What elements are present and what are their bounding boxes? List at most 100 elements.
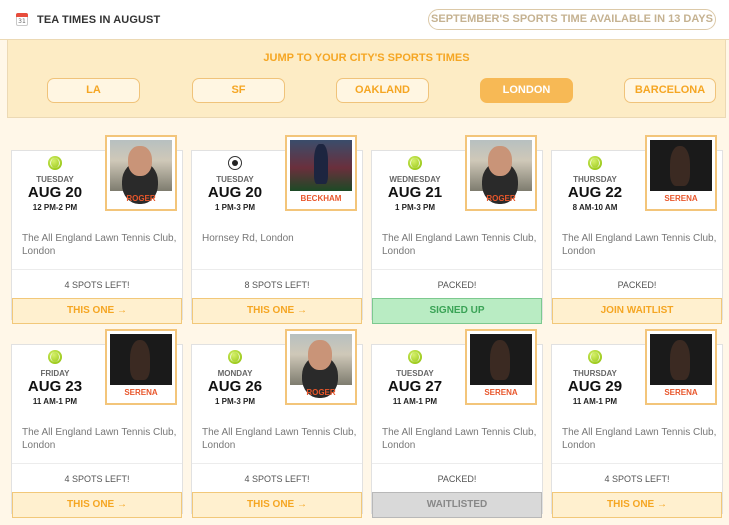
waitlisted-button[interactable]: WAITLISTED <box>372 492 542 518</box>
event-time: 11 AM-1 PM <box>392 397 438 406</box>
page-title: TEA TIMES IN AUGUST <box>37 14 161 26</box>
player-photo <box>290 334 352 385</box>
player-name: ROGER <box>126 194 156 203</box>
player-name: SERENA <box>124 388 158 397</box>
join-waitlist-button[interactable]: JOIN WAITLIST <box>552 298 722 324</box>
soccer-ball-icon <box>228 156 242 170</box>
player-photo <box>650 140 712 191</box>
calendar-icon: 31 <box>16 13 28 26</box>
tennis-ball-icon <box>408 350 422 364</box>
event-time: 11 AM-1 PM <box>32 397 78 406</box>
this-one-button[interactable]: THIS ONE → <box>192 492 362 518</box>
event-card: FRIDAY AUG 23 11 AM-1 PM SERENA The All … <box>11 329 183 518</box>
tennis-ball-icon <box>48 350 62 364</box>
event-card: WEDNESDAY AUG 21 1 PM-3 PM ROGER The All… <box>371 135 543 324</box>
event-day: MONDAY <box>217 369 253 378</box>
city-picker: JUMP TO YOUR CITY'S SPORTS TIMES LA SF O… <box>7 40 726 118</box>
event-date: AUG 20 <box>207 184 263 201</box>
player-avatar: SERENA <box>105 329 177 405</box>
player-photo <box>290 140 352 191</box>
tennis-ball-icon <box>48 156 62 170</box>
tennis-ball-icon <box>228 350 242 364</box>
player-photo <box>650 334 712 385</box>
player-name: BECKHAM <box>300 194 342 203</box>
event-venue: The All England Lawn Tennis Club, London <box>562 233 717 257</box>
event-card: TUESDAY AUG 27 11 AM-1 PM SERENA The All… <box>371 329 543 518</box>
event-venue: The All England Lawn Tennis Club, London <box>202 427 357 451</box>
event-day: TUESDAY <box>36 175 74 184</box>
event-venue: The All England Lawn Tennis Club, London <box>382 427 537 451</box>
player-name: SERENA <box>664 194 698 203</box>
event-day: FRIDAY <box>40 369 70 378</box>
city-button-oakland[interactable]: OAKLAND <box>336 78 429 103</box>
signed-up-button[interactable]: SIGNED UP <box>372 298 542 324</box>
player-avatar: BECKHAM <box>285 135 357 211</box>
this-one-button[interactable]: THIS ONE → <box>192 298 362 324</box>
spots-status: PACKED! <box>372 269 542 299</box>
city-button-london[interactable]: LONDON <box>480 78 573 103</box>
spots-status: PACKED! <box>372 463 542 493</box>
spots-status: 4 SPOTS LEFT! <box>12 269 182 299</box>
this-one-button[interactable]: THIS ONE → <box>12 492 182 518</box>
top-bar: 31 TEA TIMES IN AUGUST SEPTEMBER'S SPORT… <box>0 0 729 40</box>
event-day: THURSDAY <box>573 369 617 378</box>
player-photo <box>470 140 532 191</box>
player-name: SERENA <box>484 388 518 397</box>
event-time: 1 PM-3 PM <box>214 203 255 212</box>
event-card: MONDAY AUG 26 1 PM-3 PM ROGER The All En… <box>191 329 363 518</box>
player-name: ROGER <box>486 194 516 203</box>
event-card: TUESDAY AUG 20 1 PM-3 PM BECKHAM Hornsey… <box>191 135 363 324</box>
this-one-button[interactable]: THIS ONE → <box>552 492 722 518</box>
event-date: AUG 23 <box>27 378 83 395</box>
event-venue: The All England Lawn Tennis Club, London <box>382 233 537 257</box>
event-date: AUG 29 <box>567 378 623 395</box>
event-date: AUG 27 <box>387 378 443 395</box>
event-date: AUG 20 <box>27 184 83 201</box>
event-venue: The All England Lawn Tennis Club, London <box>22 427 177 451</box>
next-month-button[interactable]: SEPTEMBER'S SPORTS TIME AVAILABLE IN 13 … <box>428 9 716 30</box>
event-day: WEDNESDAY <box>389 175 441 184</box>
city-button-la[interactable]: LA <box>47 78 140 103</box>
event-time: 1 PM-3 PM <box>214 397 255 406</box>
player-avatar: ROGER <box>465 135 537 211</box>
tennis-ball-icon <box>588 350 602 364</box>
event-time: 11 AM-1 PM <box>572 397 618 406</box>
player-avatar: SERENA <box>645 135 717 211</box>
player-avatar: SERENA <box>645 329 717 405</box>
event-date: AUG 22 <box>567 184 623 201</box>
event-card: THURSDAY AUG 22 8 AM-10 AM SERENA The Al… <box>551 135 723 324</box>
event-date: AUG 21 <box>387 184 443 201</box>
calendar-day: 31 <box>18 18 26 25</box>
spots-status: 4 SPOTS LEFT! <box>12 463 182 493</box>
city-button-barcelona[interactable]: BARCELONA <box>624 78 716 103</box>
tennis-ball-icon <box>408 156 422 170</box>
city-button-sf[interactable]: SF <box>192 78 285 103</box>
city-picker-heading: JUMP TO YOUR CITY'S SPORTS TIMES <box>263 52 470 64</box>
event-time: 12 PM-2 PM <box>32 203 78 212</box>
event-day: TUESDAY <box>396 369 434 378</box>
player-photo <box>110 140 172 191</box>
player-name: SERENA <box>664 388 698 397</box>
spots-status: 8 SPOTS LEFT! <box>192 269 362 299</box>
player-avatar: ROGER <box>285 329 357 405</box>
spots-status: 4 SPOTS LEFT! <box>192 463 362 493</box>
player-avatar: SERENA <box>465 329 537 405</box>
player-name: ROGER <box>306 388 336 397</box>
spots-status: PACKED! <box>552 269 722 299</box>
player-photo <box>110 334 172 385</box>
event-venue: Hornsey Rd, London <box>202 233 294 244</box>
event-time: 1 PM-3 PM <box>394 203 435 212</box>
event-card: TUESDAY AUG 20 12 PM-2 PM ROGER The All … <box>11 135 183 324</box>
event-venue: The All England Lawn Tennis Club, London <box>562 427 717 451</box>
player-avatar: ROGER <box>105 135 177 211</box>
event-time: 8 AM-10 AM <box>572 203 618 212</box>
this-one-button[interactable]: THIS ONE → <box>12 298 182 324</box>
spots-status: 4 SPOTS LEFT! <box>552 463 722 493</box>
event-card: THURSDAY AUG 29 11 AM-1 PM SERENA The Al… <box>551 329 723 518</box>
tennis-ball-icon <box>588 156 602 170</box>
event-date: AUG 26 <box>207 378 263 395</box>
event-day: THURSDAY <box>573 175 617 184</box>
event-venue: The All England Lawn Tennis Club, London <box>22 233 177 257</box>
player-photo <box>470 334 532 385</box>
event-day: TUESDAY <box>216 175 254 184</box>
